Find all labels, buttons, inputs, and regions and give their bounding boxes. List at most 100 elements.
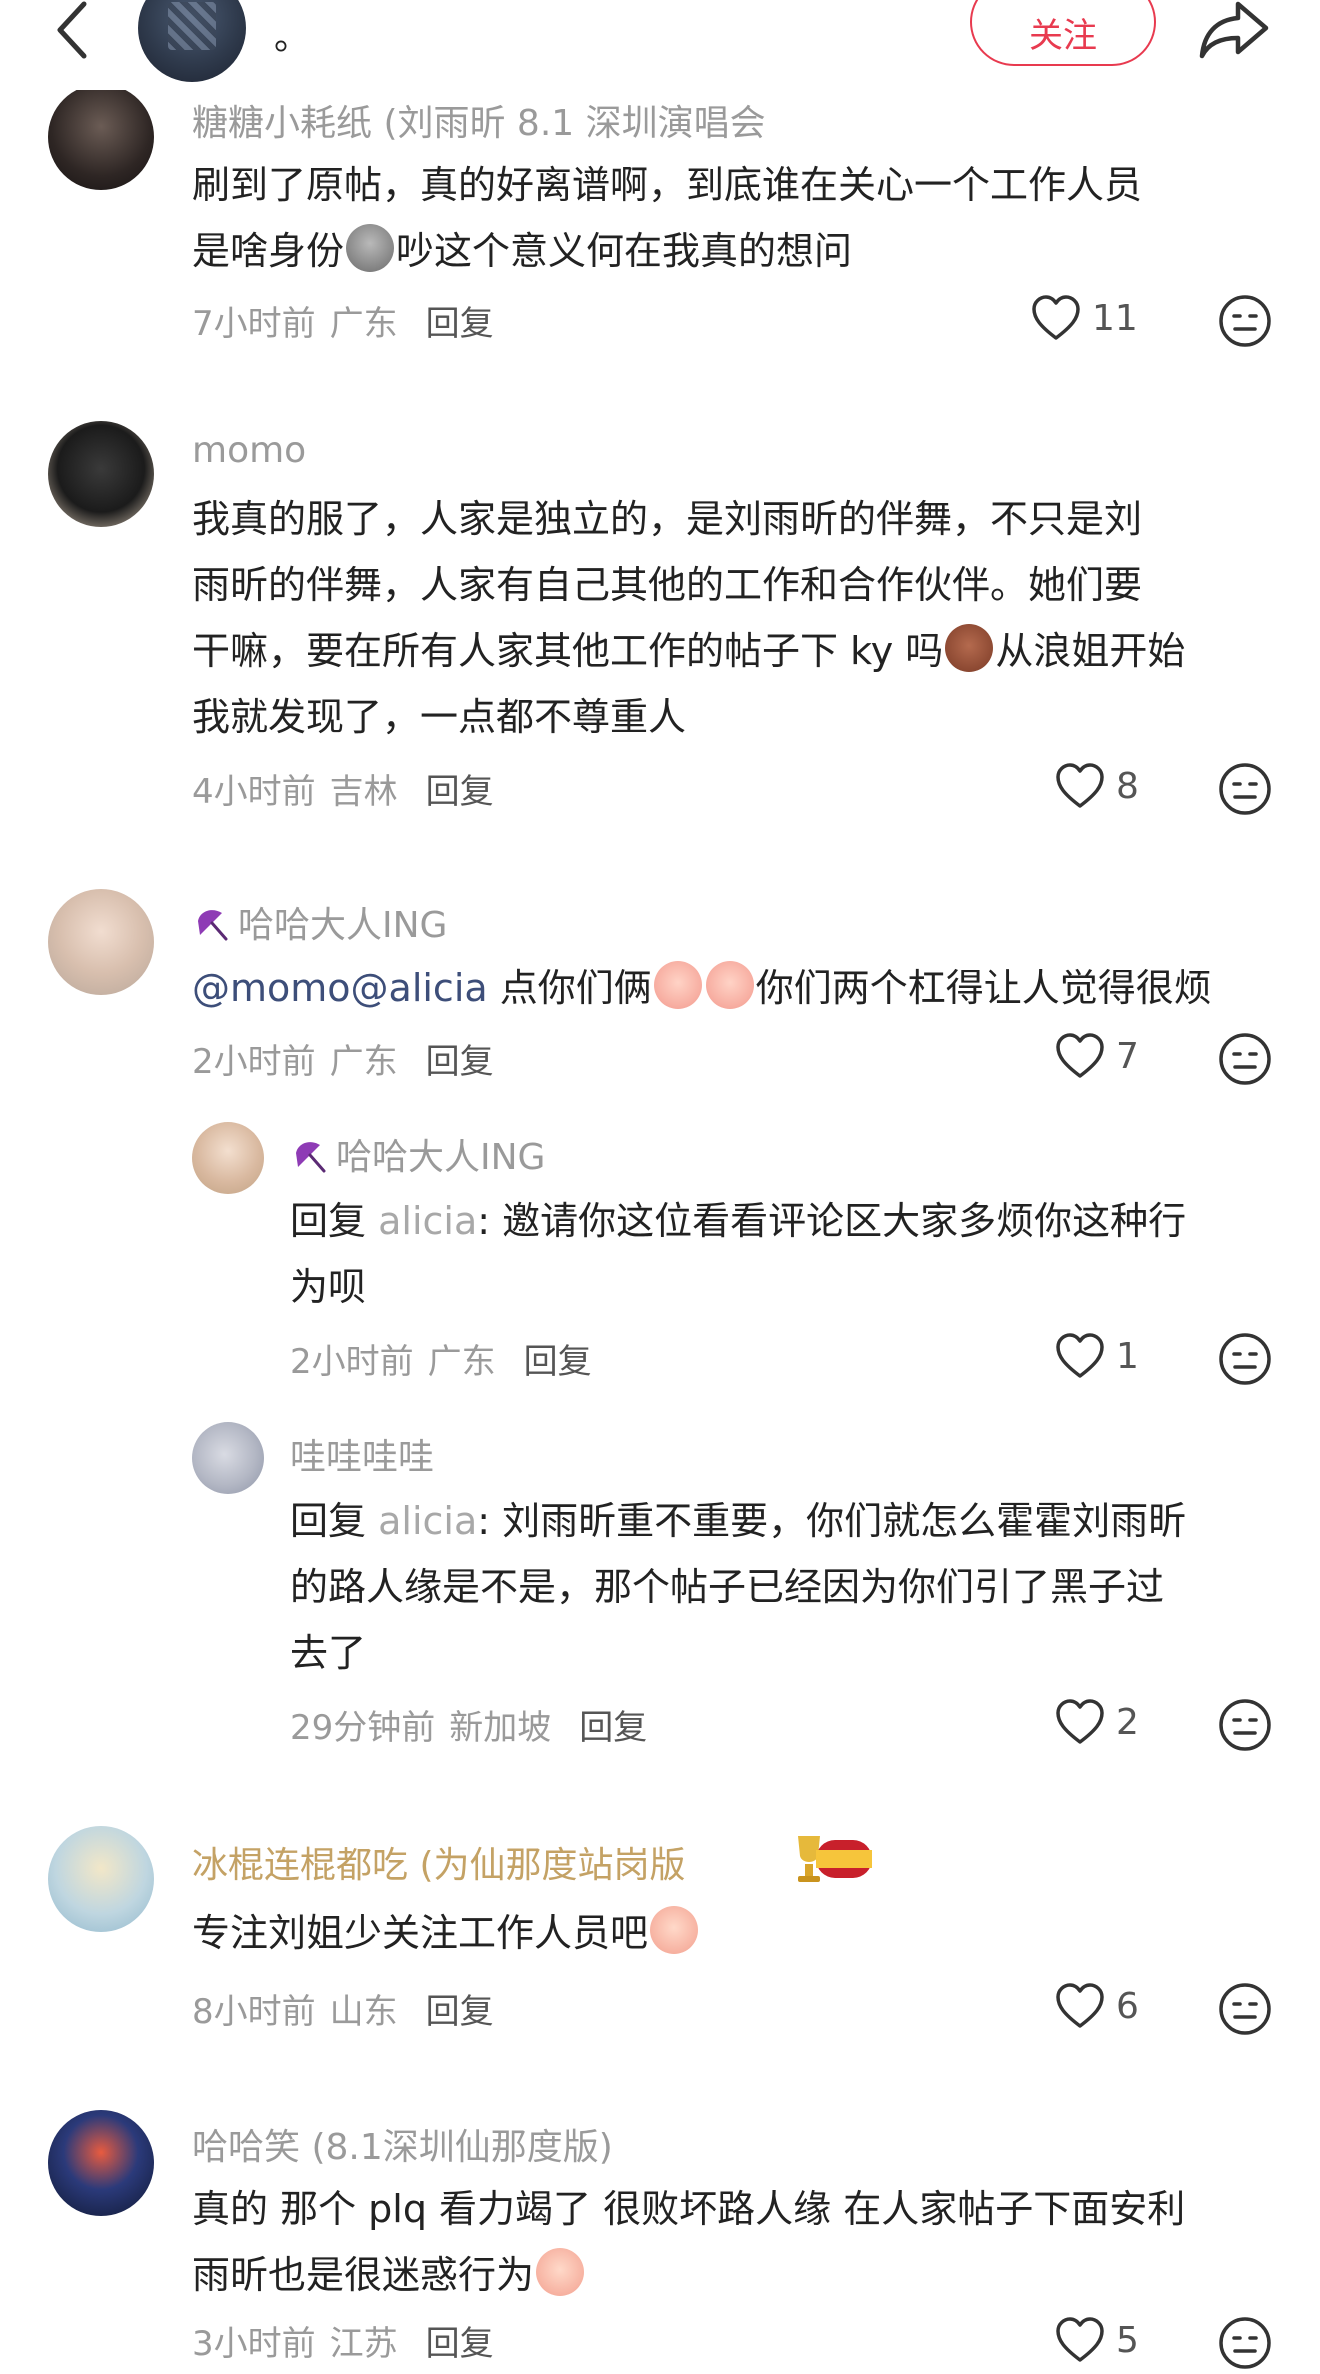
reply-prefix: 回复: [290, 1199, 379, 1243]
comment-text-line: 为呗: [290, 1265, 367, 1309]
neutral-face-icon: [1219, 1033, 1271, 1085]
like-count: 7: [1116, 1035, 1139, 1077]
comment-region: 广东: [329, 1042, 398, 1082]
like-button[interactable]: 2: [1054, 1698, 1139, 1746]
commenter-name[interactable]: momo: [192, 430, 306, 471]
commenter-name[interactable]: 冰棍连棍都吃 (为仙那度站岗版: [192, 1836, 686, 1888]
dislike-button[interactable]: [1218, 2316, 1272, 2370]
neutral-face-icon: [1219, 295, 1271, 347]
comment-text-part: 点你们俩: [487, 966, 652, 1010]
comment-text: @momo@alicia 点你们俩 你们两个杠得让人觉得很烦: [192, 955, 1312, 1021]
comment-text-line: 回复 alicia: 邀请你这位看看评论区大家多烦你这种行: [290, 1188, 1290, 1254]
commenter-avatar[interactable]: [192, 1422, 264, 1494]
comment-meta: 4小时前 吉林 回复: [192, 764, 494, 813]
comment-meta: 8小时前 山东 回复: [192, 1984, 494, 2033]
comment-text-line: 的路人缘是不是，那个帖子已经因为你们引了黑子过: [290, 1565, 1165, 1609]
comment-meta: 29分钟前 新加坡 回复: [290, 1700, 647, 1749]
comment-text-part: 你们两个杠得让人觉得很烦: [755, 966, 1212, 1010]
comment-time: 8小时前: [192, 1992, 316, 2032]
comment-text-part: 从浪姐开始: [995, 629, 1186, 673]
heart-icon: [1056, 1333, 1104, 1378]
comment-text-part: : 刘雨昕重不重要，你们就怎么霍霍刘雨昕: [477, 1499, 1187, 1543]
author-avatar[interactable]: [138, 0, 246, 82]
like-button[interactable]: 11: [1030, 294, 1138, 342]
reply-button[interactable]: 回复: [579, 1708, 647, 1748]
comment-region: 江苏: [329, 2324, 398, 2364]
emoji-icon: [705, 961, 754, 1009]
heart-icon: [1056, 1699, 1104, 1744]
heart-icon: [1056, 763, 1104, 808]
commenter-name[interactable]: 糖糖小耗纸 (刘雨昕 8.1 深圳演唱会: [192, 94, 766, 146]
comment-text-part: 专注刘姐少关注工作人员吧: [192, 1911, 649, 1955]
share-button[interactable]: [1198, 0, 1270, 60]
comment-meta: 7小时前 广东 回复: [192, 296, 494, 345]
comment-region: 新加坡: [449, 1708, 552, 1748]
reply-button[interactable]: 回复: [426, 304, 494, 344]
comment-text-line: 雨昕的伴舞，人家有自己其他的工作和合作伙伴。她们要: [192, 563, 1143, 607]
commenter-avatar[interactable]: [48, 2110, 154, 2216]
trophy-badge-icon: [798, 1836, 872, 1882]
emoji-icon: [653, 961, 702, 1009]
dislike-button[interactable]: [1218, 1982, 1272, 2036]
heart-icon: [1056, 1033, 1104, 1078]
commenter-avatar[interactable]: [192, 1122, 264, 1194]
commenter-name[interactable]: 哇哇哇哇: [290, 1428, 434, 1480]
heart-icon: [1032, 295, 1080, 340]
emoji-icon: [536, 2248, 585, 2296]
like-button[interactable]: 1: [1054, 1332, 1139, 1380]
comment-time: 2小时前: [192, 1042, 316, 1082]
comment-time: 4小时前: [192, 772, 316, 812]
commenter-name[interactable]: 哈哈大人ING: [290, 1128, 545, 1180]
dislike-button[interactable]: [1218, 1032, 1272, 1086]
neutral-face-icon: [1219, 2317, 1271, 2369]
comment-text: 我真的服了，人家是独立的，是刘雨昕的伴舞，不只是刘 雨昕的伴舞，人家有自己其他的…: [192, 486, 1302, 750]
umbrella-icon: [296, 1142, 326, 1173]
comment-text-line: 我真的服了，人家是独立的，是刘雨昕的伴舞，不只是刘: [192, 497, 1143, 541]
reply-to-user[interactable]: alicia: [378, 1499, 477, 1543]
reply-to-user[interactable]: alicia: [378, 1199, 477, 1243]
neutral-face-icon: [1219, 1983, 1271, 2035]
like-count: 8: [1116, 765, 1139, 807]
reply-button[interactable]: 回复: [426, 1992, 494, 2032]
reply-button[interactable]: 回复: [426, 2324, 494, 2364]
comment-text-line: 是啥身份 吵这个意义何在我真的想问: [192, 218, 1292, 284]
reply-button[interactable]: 回复: [524, 1342, 592, 1382]
like-button[interactable]: 8: [1054, 762, 1139, 810]
comment-text: 回复 alicia: 刘雨昕重不重要，你们就怎么霍霍刘雨昕 的路人缘是不是，那个…: [290, 1488, 1290, 1686]
reply-button[interactable]: 回复: [426, 1042, 494, 1082]
commenter-name[interactable]: 哈哈笑 (8.1深圳仙那度版): [192, 2118, 613, 2170]
commenter-name-text: 哈哈大人ING: [336, 1137, 546, 1178]
reply-button[interactable]: 回复: [426, 772, 494, 812]
dislike-button[interactable]: [1218, 294, 1272, 348]
commenter-avatar[interactable]: [48, 84, 154, 190]
comment-text: 专注刘姐少关注工作人员吧: [192, 1900, 1292, 1966]
comment-text: 回复 alicia: 邀请你这位看看评论区大家多烦你这种行 为呗: [290, 1188, 1290, 1320]
dislike-button[interactable]: [1218, 762, 1272, 816]
reply-prefix: 回复: [290, 1499, 379, 1543]
comment-text-line: 去了: [290, 1631, 367, 1675]
comment-text-line: 真的 那个 plq 看力竭了 很败坏路人缘 在人家帖子下面安利: [192, 2187, 1186, 2231]
mention-link[interactable]: @momo@alicia: [192, 966, 488, 1010]
heart-icon: [1056, 1983, 1104, 2028]
comment-time: 7小时前: [192, 304, 316, 344]
like-button[interactable]: 6: [1054, 1982, 1139, 2030]
author-name[interactable]: 。: [274, 8, 310, 60]
neutral-face-icon: [1219, 763, 1271, 815]
comment-region: 山东: [329, 1992, 398, 2032]
back-button[interactable]: [48, 0, 96, 60]
comment-meta: 3小时前 江苏 回复: [192, 2316, 494, 2365]
comment-text-part: 吵这个意义何在我真的想问: [396, 229, 853, 273]
like-button[interactable]: 5: [1054, 2316, 1139, 2364]
comment-meta: 2小时前 广东 回复: [290, 1334, 592, 1383]
neutral-face-icon: [1219, 1333, 1271, 1385]
dislike-button[interactable]: [1218, 1698, 1272, 1752]
commenter-avatar[interactable]: [48, 421, 154, 527]
commenter-avatar[interactable]: [48, 1826, 154, 1932]
dislike-button[interactable]: [1218, 1332, 1272, 1386]
follow-button[interactable]: 关注: [970, 0, 1156, 66]
commenter-name-text: 哈哈大人ING: [238, 905, 448, 946]
like-button[interactable]: 7: [1054, 1032, 1139, 1080]
comment-text-part: 干嘛，要在所有人家其他工作的帖子下 ky 吗: [192, 629, 944, 673]
commenter-name[interactable]: 哈哈大人ING: [192, 896, 447, 948]
commenter-avatar[interactable]: [48, 889, 154, 995]
